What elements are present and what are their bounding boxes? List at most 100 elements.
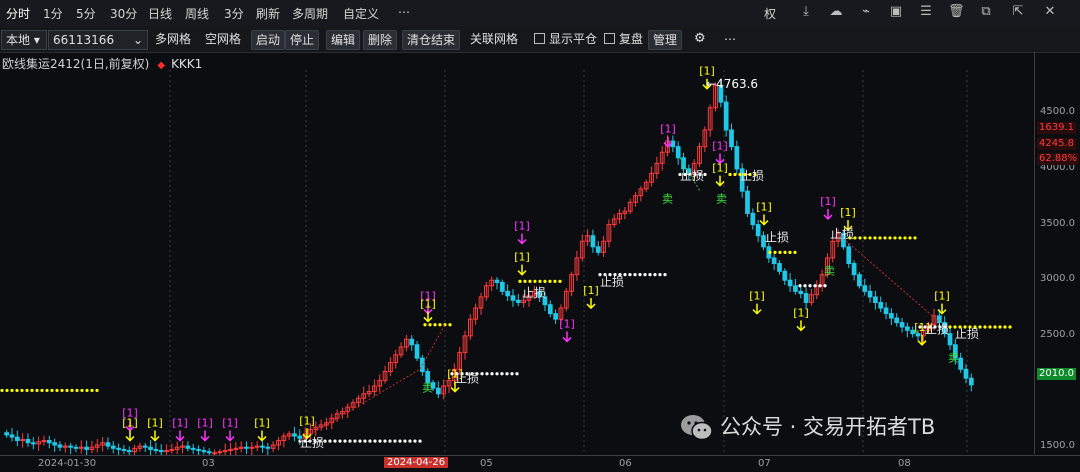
buy-signal-label: [1]: [934, 290, 950, 303]
candle-body: [158, 450, 164, 453]
delete-button[interactable]: 删除: [363, 30, 398, 50]
candle-body: [553, 313, 558, 320]
image-icon[interactable]: ▣: [888, 4, 904, 20]
grid-level-dot: [448, 323, 452, 327]
close-position-button[interactable]: 清仓结束: [402, 30, 461, 50]
period-tab-7[interactable]: 刷新: [256, 5, 280, 22]
grid-level-dot: [75, 388, 79, 393]
grid-level-dot: [538, 279, 542, 283]
grid-level-dot: [813, 284, 817, 288]
candle-body: [409, 338, 415, 346]
grid-level-dot: [328, 439, 332, 443]
candle-body: [30, 442, 36, 445]
review-checkbox[interactable]: 复盘: [604, 30, 643, 48]
grid-level-dot: [70, 388, 74, 393]
time-axis: 2024-01-30 03 2024-04-26 05 06 07 08: [0, 455, 1080, 472]
grid-level-dot: [548, 279, 552, 283]
sell-arrow-icon: [175, 430, 185, 442]
trend-chart-icon[interactable]: ⌁: [858, 4, 874, 20]
buy-arrow-icon: [257, 430, 267, 442]
more-options-icon[interactable]: ⋯: [724, 30, 736, 48]
download-icon[interactable]: ⤓: [798, 4, 814, 20]
manage-button[interactable]: 管理: [648, 30, 683, 50]
sell-arrow-icon: [200, 430, 210, 442]
candle-body: [547, 304, 553, 315]
grid-level-dot: [893, 236, 897, 240]
cloud-upload-icon[interactable]: ☁: [828, 4, 844, 20]
candle-body: [142, 445, 148, 448]
grid-level-dot: [403, 439, 407, 443]
grid-level-dot: [510, 372, 514, 376]
grid-level-dot: [523, 279, 527, 283]
grid-level-dot: [528, 279, 532, 283]
grid-level-dot: [638, 273, 642, 277]
period-tab-2[interactable]: 5分: [76, 5, 96, 22]
source-select[interactable]: 本地 ▾: [1, 30, 47, 50]
long-grid-button[interactable]: 多网格: [155, 30, 191, 48]
period-tab-0[interactable]: 分时: [6, 5, 30, 22]
account-select[interactable]: 66113166 ⌄: [48, 30, 148, 50]
buy-arrow-icon: [752, 303, 762, 315]
period-tab-9[interactable]: 自定义: [343, 5, 379, 22]
period-tab-1[interactable]: 1分: [43, 5, 63, 22]
stop-loss-label: 止损: [830, 227, 854, 241]
buy-arrow-icon: [517, 264, 527, 276]
period-tab-8[interactable]: 多周期: [292, 5, 328, 22]
candle-body: [212, 452, 217, 455]
grid-level-dot: [60, 388, 64, 393]
candle-body: [105, 442, 111, 447]
candle-body: [867, 290, 873, 298]
signal-text-label: 卖: [662, 192, 673, 205]
candlestick-chart[interactable]: [1] [1] [1] [1] [1] [1] [1] [1] [1] [1] [1] [1] [1] […: [0, 52, 1034, 455]
candle-body: [499, 281, 505, 292]
rights-adjust-button[interactable]: 权: [764, 5, 776, 22]
settings-icon[interactable]: ⚙: [694, 30, 706, 48]
more-menu-icon[interactable]: ⋯: [398, 5, 410, 19]
candle-body: [793, 285, 798, 292]
candle-body: [201, 450, 207, 453]
period-tab-4[interactable]: 日线: [148, 5, 172, 22]
short-grid-button[interactable]: 空网格: [205, 30, 241, 48]
trash-icon[interactable]: 🗑: [948, 4, 965, 20]
grid-level-dot: [15, 388, 19, 393]
candle-body: [846, 246, 852, 265]
grid-level-dot: [653, 273, 657, 277]
stop-button[interactable]: 停止: [285, 30, 320, 50]
candle-body: [196, 448, 201, 452]
candle-body: [675, 146, 681, 159]
linked-grid-button[interactable]: 关联网格: [470, 30, 518, 48]
edit-button[interactable]: 编辑: [326, 30, 361, 50]
signal-text-label: 卖: [422, 382, 433, 395]
grid-level-dot: [903, 236, 907, 240]
sell-signal-label: [1]: [197, 417, 213, 430]
buy-signal-label: [1]: [840, 206, 856, 219]
period-tab-5[interactable]: 周线: [185, 5, 209, 22]
stop-loss-label: 止损: [600, 275, 624, 289]
grid-level-dot: [778, 250, 782, 254]
grid-level-dot: [500, 372, 504, 376]
candle-body: [46, 440, 52, 444]
grid-level-dot: [868, 236, 872, 240]
buy-signal-label: [1]: [583, 284, 599, 297]
buy-arrow-icon: [715, 175, 725, 187]
close-icon[interactable]: ✕: [1042, 4, 1058, 20]
list-settings-icon[interactable]: ☰: [918, 4, 934, 20]
show-closed-checkbox[interactable]: 显示平仓: [534, 30, 597, 48]
buy-arrow-icon: [586, 298, 596, 310]
candle-body: [153, 448, 159, 452]
buy-signal-label: [1]: [793, 306, 809, 319]
period-tab-6[interactable]: 3分: [224, 5, 244, 22]
grid-level-dot: [418, 439, 422, 443]
period-tab-3[interactable]: 30分: [110, 5, 137, 22]
y-tick-label: 2500.0: [1040, 328, 1075, 340]
price-tag: 1639.1: [1037, 122, 1076, 134]
candle-body: [782, 270, 788, 281]
signal-text-label: 卖: [716, 192, 727, 205]
sell-arrow-icon: [517, 233, 527, 245]
grid-level-dot: [358, 439, 362, 443]
candle-body: [857, 274, 862, 287]
external-link-icon[interactable]: ⇱: [1010, 4, 1026, 20]
copy-icon[interactable]: ⧉: [978, 4, 994, 20]
start-button[interactable]: 启动: [251, 30, 286, 50]
grid-level-dot: [793, 250, 797, 254]
